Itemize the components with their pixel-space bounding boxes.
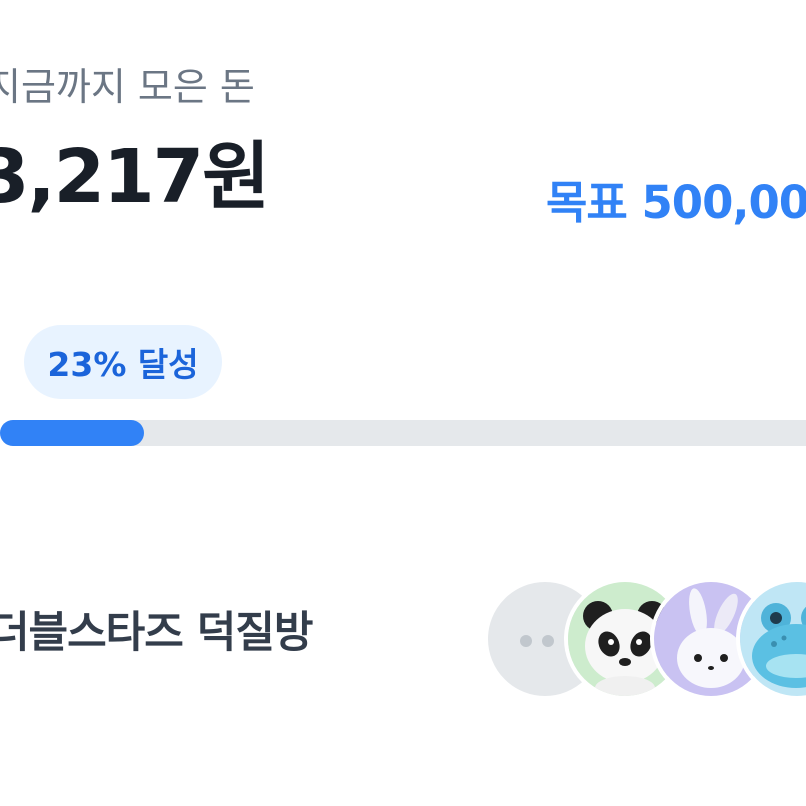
- savings-card: 지금까지 모은 돈 3,217원 목표 500,000원 23% 달성 더블스타…: [0, 0, 806, 806]
- member-avatar-stack[interactable]: [484, 578, 806, 700]
- progress-bar: [0, 420, 806, 446]
- progress-bar-fill: [0, 420, 144, 446]
- savings-subtitle: 지금까지 모은 돈: [0, 65, 255, 109]
- saved-amount: 3,217원: [0, 134, 270, 220]
- room-title[interactable]: 더블스타즈 덕질방: [0, 612, 313, 655]
- goal-amount[interactable]: 목표 500,000원: [546, 180, 806, 225]
- progress-badge: 23% 달성: [24, 325, 222, 399]
